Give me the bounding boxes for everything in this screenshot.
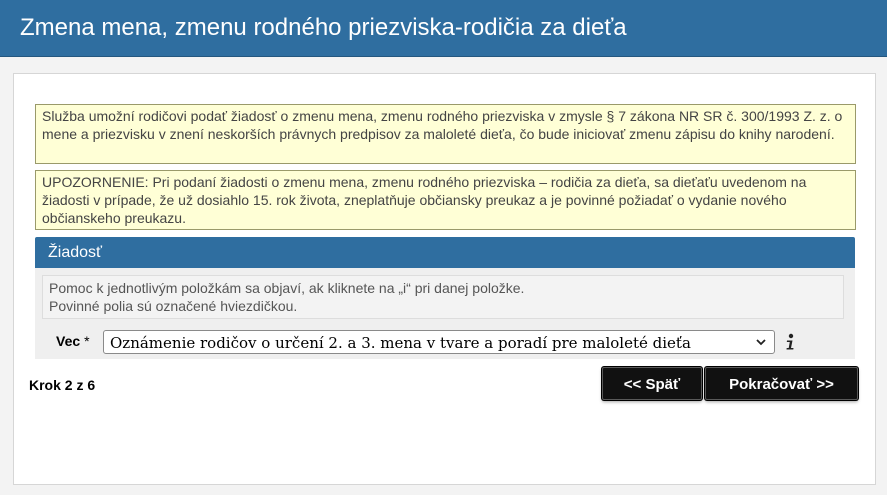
- warning-notice: UPOZORNENIE: Pri podaní žiadosti o zmenu…: [35, 170, 856, 230]
- page-title: Zmena mena, zmenu rodného priezviska-rod…: [20, 14, 627, 41]
- help-line: Povinné polia sú označené hviezdičkou.: [49, 298, 298, 314]
- section-header: Žiadosť: [35, 237, 855, 268]
- info-icon[interactable]: [783, 333, 797, 351]
- help-line: Pomoc k jednotlivým položkám sa objaví, …: [49, 280, 525, 296]
- step-indicator: Krok 2 z 6: [29, 377, 96, 393]
- section-title: Žiadosť: [48, 244, 103, 261]
- continue-button[interactable]: Pokračovať >>: [705, 367, 858, 400]
- chevron-down-icon: [756, 339, 766, 346]
- subject-field-label: Vec *: [56, 333, 90, 349]
- service-description-notice: Služba umožní rodičovi podať žiadosť o z…: [35, 104, 856, 164]
- required-mark: *: [84, 333, 90, 349]
- page-header: Zmena mena, zmenu rodného priezviska-rod…: [0, 0, 887, 57]
- back-button[interactable]: << Späť: [602, 367, 702, 400]
- subject-select-value: Oznámenie rodičov o určení 2. a 3. mena …: [110, 334, 691, 352]
- help-box: Pomoc k jednotlivým položkám sa objaví, …: [42, 275, 844, 319]
- subject-label-text: Vec: [56, 333, 81, 349]
- subject-select[interactable]: Oznámenie rodičov o určení 2. a 3. mena …: [103, 330, 775, 354]
